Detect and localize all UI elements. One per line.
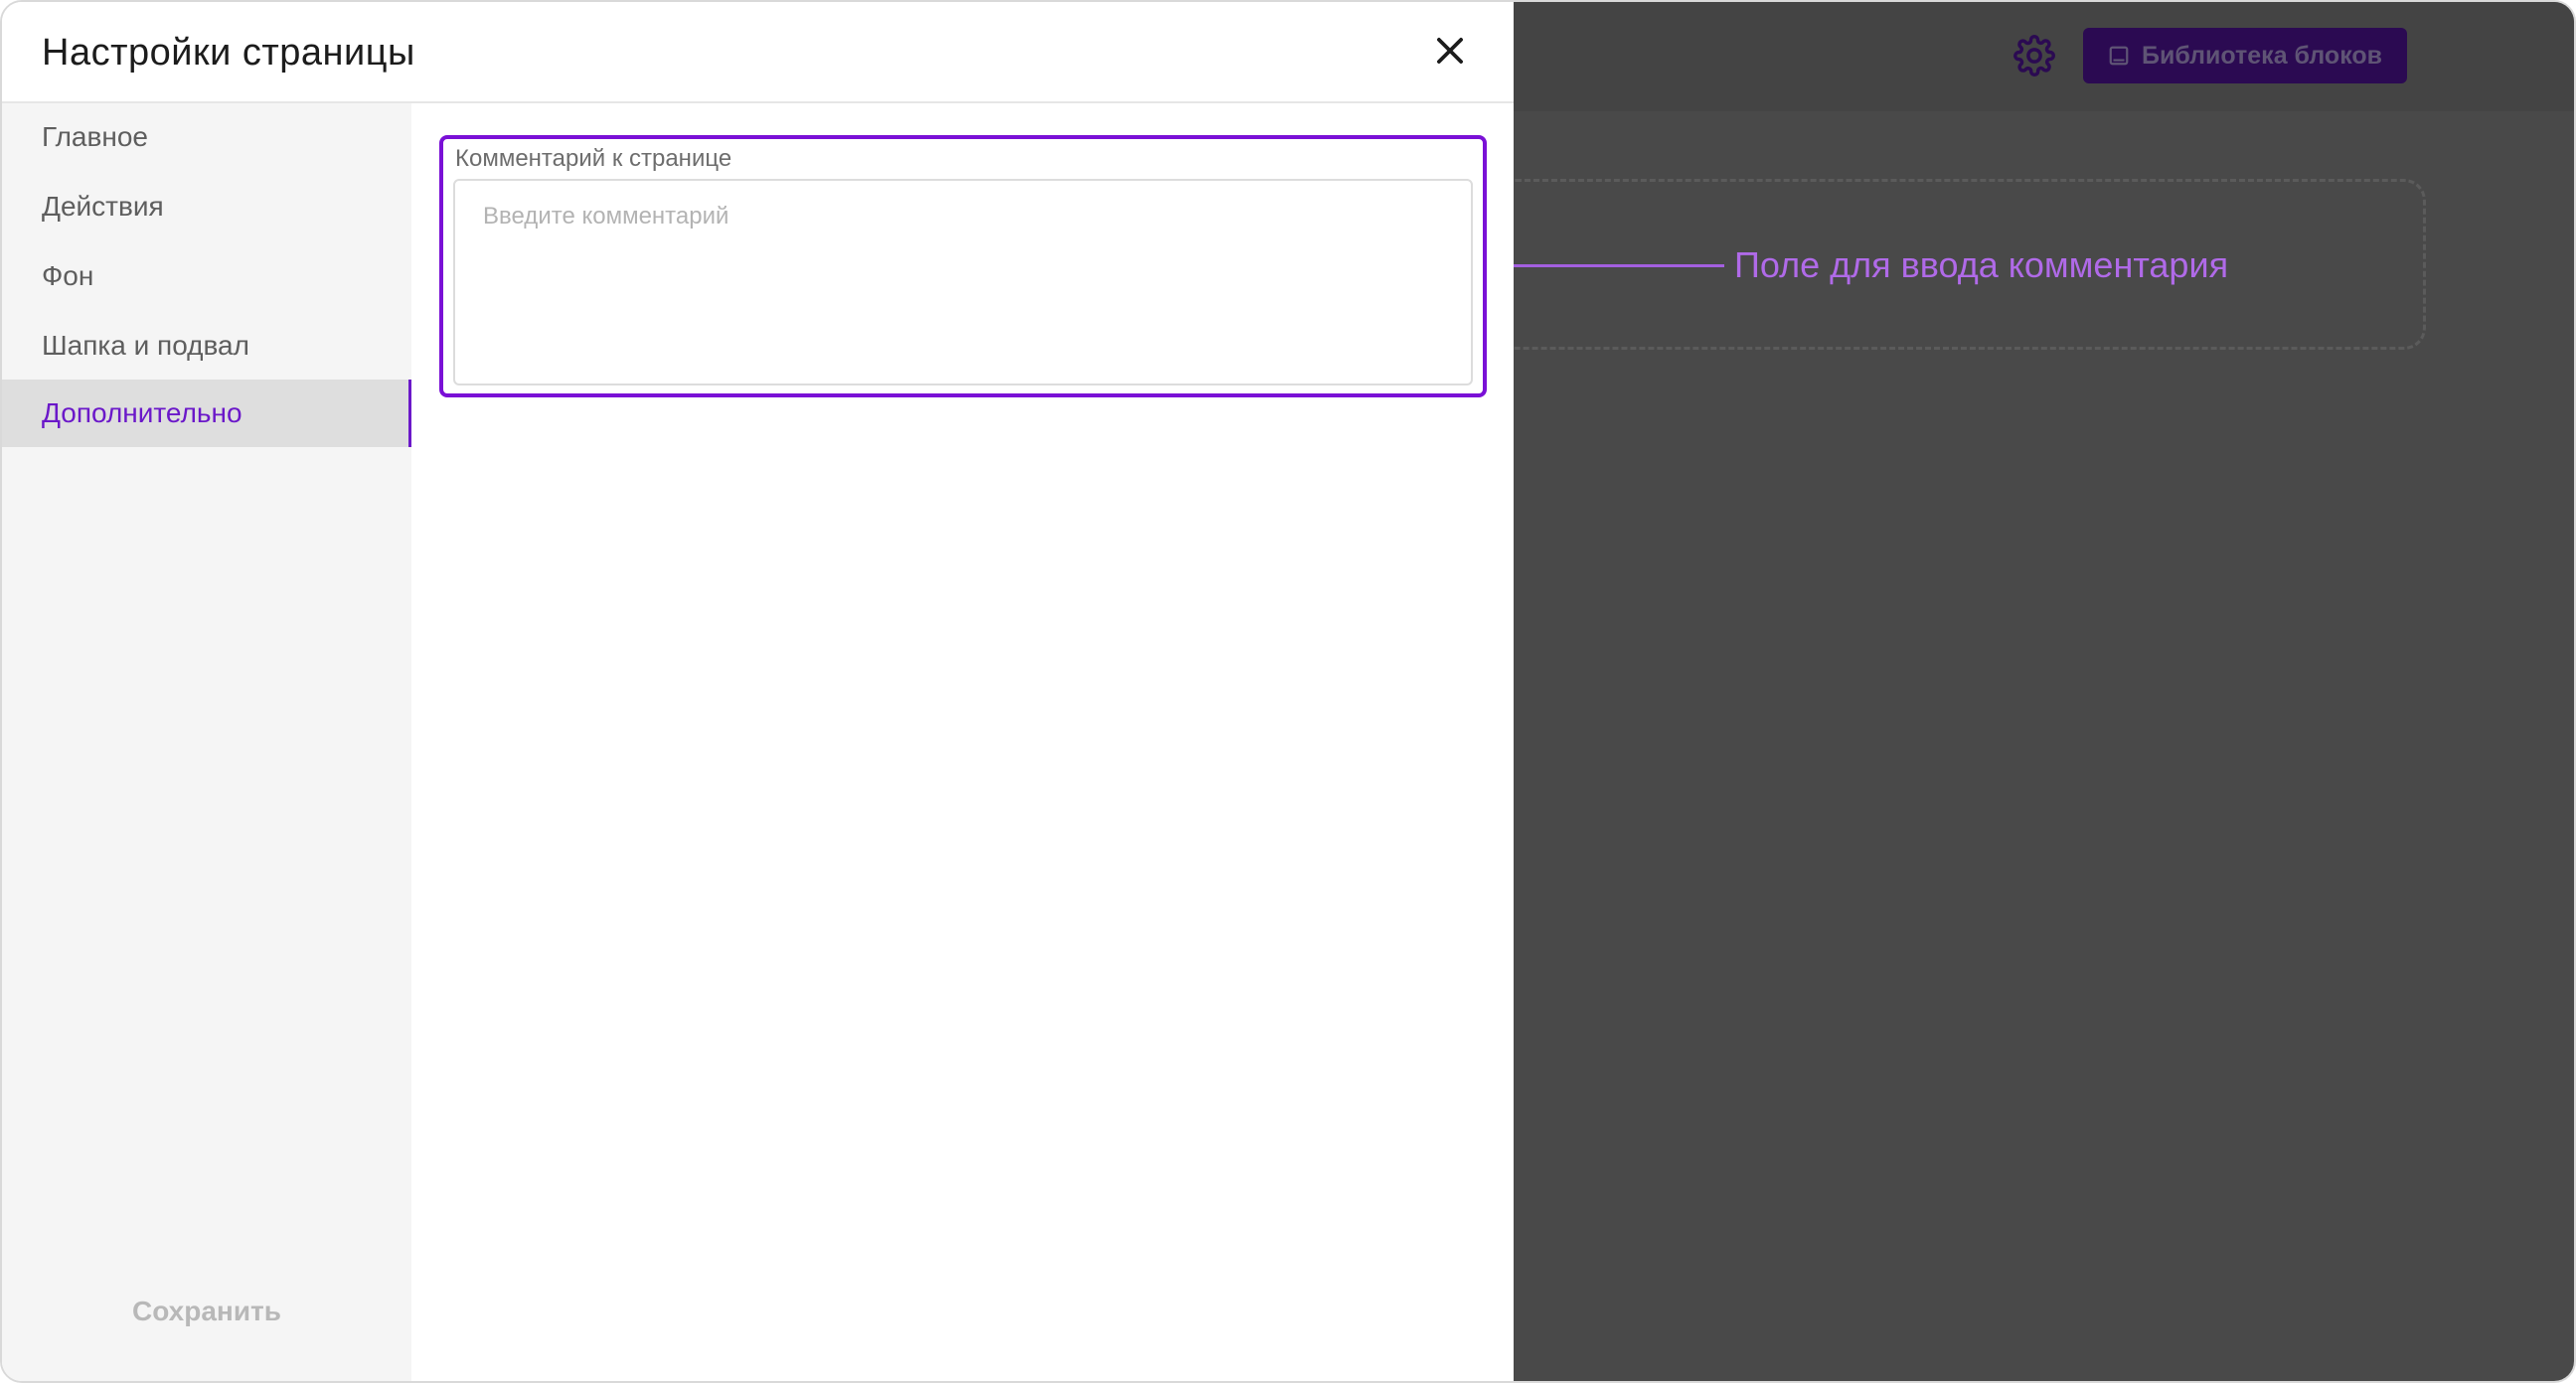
background-toolbar: Библиотека блоков [1514, 2, 2574, 111]
app-frame: Библиотека блоков Поле для ввода коммент… [0, 0, 2576, 1383]
block-library-button[interactable]: Библиотека блоков [2083, 28, 2407, 83]
annotation-text: Поле для ввода комментария [1734, 244, 2229, 285]
gear-icon [2013, 35, 2055, 77]
sidebar-item-actions[interactable]: Действия [2, 173, 411, 240]
settings-sidebar: Главное Действия Фон Шапка и подвал Допо… [2, 103, 411, 1381]
annotation-line [1498, 264, 1724, 267]
comment-field-label: Комментарий к странице [455, 145, 732, 172]
modal-header: Настройки страницы [2, 2, 1514, 103]
close-icon[interactable] [1431, 32, 1469, 70]
modal-title: Настройки страницы [42, 32, 415, 74]
settings-content: Комментарий к странице [411, 103, 1514, 1381]
block-library-label: Библиотека блоков [2141, 41, 2383, 70]
sidebar-item-main[interactable]: Главное [2, 103, 411, 171]
page-settings-modal: Настройки страницы Главное Действия Фон … [2, 2, 1514, 1381]
sidebar-item-additional[interactable]: Дополнительно [2, 380, 411, 447]
sidebar-item-background[interactable]: Фон [2, 242, 411, 310]
save-button[interactable]: Сохранить [101, 1286, 312, 1337]
comment-input[interactable] [453, 179, 1473, 385]
sidebar-item-header-footer[interactable]: Шапка и подвал [2, 312, 411, 380]
image-icon [2109, 46, 2129, 66]
background-app: Библиотека блоков [1494, 2, 2574, 1381]
